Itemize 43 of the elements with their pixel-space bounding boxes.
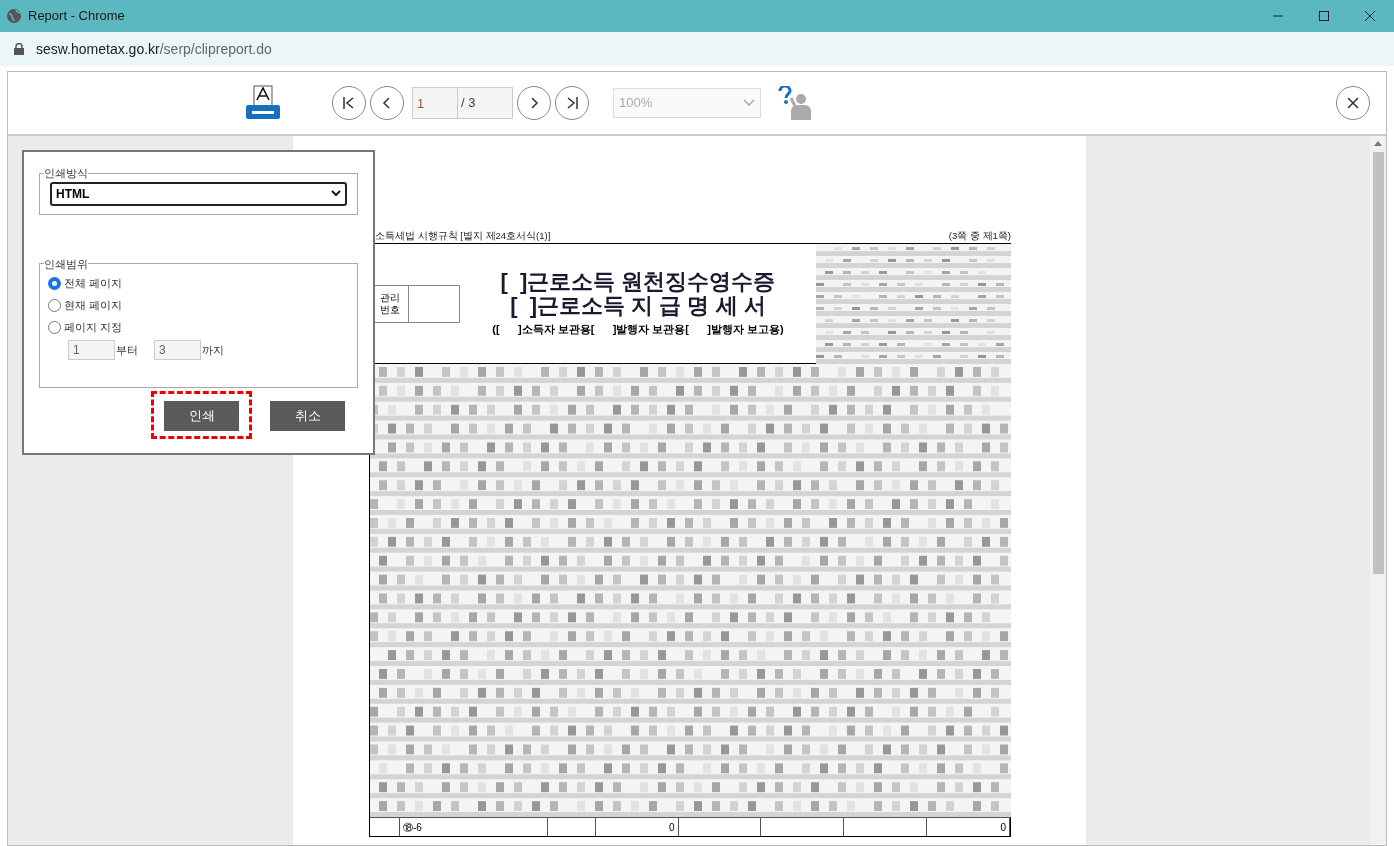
page-number-field[interactable]: 1	[413, 88, 458, 118]
previous-page-button[interactable]	[370, 86, 404, 120]
form-title: [ ]근로소득 원천징수영수증	[500, 269, 776, 294]
page-total: / 3	[460, 94, 477, 113]
close-viewer-button[interactable]	[1336, 86, 1370, 120]
last-page-icon	[565, 96, 579, 110]
close-icon	[1346, 96, 1360, 110]
dialog-button[interactable]: 인쇄	[164, 400, 239, 431]
lock-icon	[14, 43, 24, 55]
from-page-field[interactable]: 1	[68, 340, 115, 360]
table-cell: 0	[595, 818, 679, 836]
form-reference: 소득세법 시행규칙 [별지 제24호서식(1)]	[375, 228, 551, 243]
dialog-button[interactable]: 취소	[270, 400, 345, 431]
page-field[interactable]: 1 / 3	[412, 87, 513, 119]
chevron-down-icon	[331, 190, 341, 197]
chevron-down-icon	[743, 99, 755, 107]
close-icon[interactable]	[1364, 10, 1376, 22]
globe-icon	[6, 8, 22, 24]
last-page-button[interactable]	[555, 86, 589, 120]
page-note: (3쪽 중 제1쪽)	[948, 228, 1011, 243]
field-label: 부터	[116, 342, 138, 358]
group-label: 인쇄범위	[44, 256, 88, 272]
to-page-field[interactable]: 3	[154, 340, 201, 360]
radio-option[interactable]: 전체 페이지	[48, 272, 349, 294]
print-method-select[interactable]: HTML	[50, 181, 347, 206]
form-title: [ ]근로소득 지 급 명 세 서	[510, 293, 766, 318]
scrollbar[interactable]	[1370, 136, 1386, 845]
help-icon[interactable]	[777, 86, 813, 120]
first-page-button[interactable]	[332, 86, 366, 120]
first-page-icon	[342, 96, 356, 110]
table-cell: 0	[927, 818, 1010, 836]
maximize-icon[interactable]	[1318, 10, 1330, 22]
radio-option[interactable]: 페이지 지정	[48, 316, 349, 338]
printer-icon[interactable]	[244, 85, 282, 121]
table-cell: ⑱-6	[399, 818, 548, 836]
window-title: Report - Chrome	[28, 7, 125, 26]
scroll-up-icon[interactable]	[1374, 140, 1382, 146]
radio-option[interactable]: 현재 페이지	[48, 294, 349, 316]
address-url[interactable]: sesw.hometax.go.kr/serp/clipreport.do	[36, 38, 272, 60]
group-label: 인쇄방식	[44, 166, 88, 181]
copy-options: ([ ]소득자 보관용[ ]발행자 보관용[ ]발행자 보고용)	[492, 320, 784, 338]
field-label: 까지	[202, 342, 224, 358]
next-page-button[interactable]	[517, 86, 551, 120]
